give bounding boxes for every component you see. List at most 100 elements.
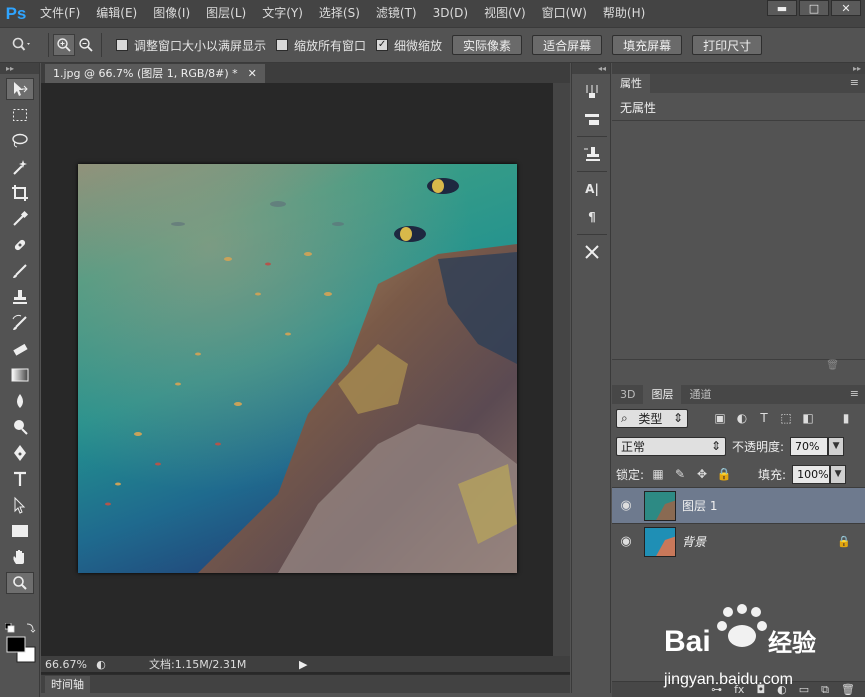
path-selection-tool-icon[interactable] (6, 494, 34, 516)
zoom-all-checkbox[interactable]: 缩放所有窗口 (276, 37, 366, 54)
new-layer-icon[interactable]: ⧉ (821, 683, 829, 697)
actual-pixels-button[interactable]: 实际像素 (452, 35, 523, 55)
tab-channels[interactable]: 通道 (681, 385, 719, 404)
type-layer-filter-icon[interactable]: T (756, 410, 772, 426)
panel-menu-icon[interactable]: ≡ (850, 387, 859, 400)
color-swatches[interactable] (4, 622, 37, 663)
layer-row-layer-1[interactable]: ◉ 图层 1 (612, 487, 865, 523)
lock-all-icon[interactable]: 🔒 (716, 466, 732, 482)
zoom-tool-preset[interactable] (0, 31, 44, 59)
clone-stamp-tool-icon[interactable] (6, 286, 34, 308)
collapse-dock-icon[interactable]: ◂◂ (572, 63, 610, 74)
tab-layers[interactable]: 图层 (643, 385, 682, 404)
opacity-input[interactable]: 70% (790, 436, 829, 456)
blur-tool-icon[interactable] (6, 390, 34, 412)
lock-position-icon[interactable]: ✥ (694, 466, 710, 482)
history-brush-tool-icon[interactable] (6, 312, 34, 334)
menu-image[interactable]: 图像(I) (145, 0, 198, 27)
lock-image-pixels-icon[interactable]: ✎ (672, 466, 688, 482)
pixel-layer-filter-icon[interactable]: ▣ (712, 410, 728, 426)
dodge-tool-icon[interactable] (6, 416, 34, 438)
fit-screen-button[interactable]: 适合屏幕 (532, 35, 603, 55)
check-icon[interactable]: ✓ (376, 39, 389, 51)
vertical-scrollbar[interactable] (553, 83, 570, 656)
zoom-in-button[interactable] (53, 34, 75, 56)
shape-layer-filter-icon[interactable]: ⬚ (778, 410, 794, 426)
scrubby-zoom-checkbox[interactable]: ✓ 细微缩放 (376, 37, 442, 54)
collapse-toolbar-icon[interactable]: ▸▸ (0, 63, 39, 74)
menu-view[interactable]: 视图(V) (476, 0, 534, 27)
status-menu-arrow-icon[interactable]: ▶ (299, 658, 307, 671)
resize-windows-checkbox[interactable]: 调整窗口大小以满屏显示 (116, 37, 266, 54)
blend-mode-select[interactable]: 正常 ⇕ (616, 436, 726, 456)
timeline-tab[interactable]: 时间轴 (45, 675, 90, 693)
minimize-icon[interactable]: ▬ (767, 0, 797, 16)
move-tool-icon[interactable] (6, 78, 34, 100)
layer-row-background[interactable]: ◉ 背景 🔒 (612, 523, 865, 559)
add-mask-icon[interactable]: ◘ (756, 683, 765, 696)
checkbox-box[interactable] (116, 39, 128, 51)
print-size-button[interactable]: 打印尺寸 (692, 35, 763, 55)
visibility-eye-icon[interactable]: ◉ (612, 498, 640, 513)
type-tool-icon[interactable] (6, 468, 34, 490)
visibility-eye-icon[interactable]: ◉ (612, 534, 640, 549)
tab-properties[interactable]: 属性 (612, 74, 650, 93)
gradient-tool-icon[interactable] (6, 364, 34, 386)
eyedropper-tool-icon[interactable] (6, 208, 34, 230)
rectangle-tool-icon[interactable] (6, 520, 34, 542)
magic-wand-tool-icon[interactable] (6, 156, 34, 178)
fill-input[interactable]: 100% (792, 464, 831, 484)
brush-tool-icon[interactable] (6, 260, 34, 282)
menu-window[interactable]: 窗口(W) (534, 0, 595, 27)
maximize-icon[interactable]: □ (799, 0, 829, 16)
healing-brush-tool-icon[interactable] (6, 234, 34, 256)
panel-menu-icon[interactable]: ≡ (850, 76, 859, 89)
fill-screen-button[interactable]: 填充屏幕 (612, 35, 683, 55)
menu-3d[interactable]: 3D(D) (425, 0, 476, 27)
menu-help[interactable]: 帮助(H) (595, 0, 653, 27)
marquee-tool-icon[interactable] (6, 104, 34, 126)
zoom-level[interactable]: 66.67% (41, 658, 91, 671)
adjustment-layer-filter-icon[interactable]: ◐ (734, 410, 750, 426)
hand-tool-icon[interactable] (6, 546, 34, 568)
lock-transparent-icon[interactable]: ▦ (650, 466, 666, 482)
tool-presets-icon[interactable] (577, 241, 607, 263)
tab-3d[interactable]: 3D (612, 385, 643, 404)
smart-object-filter-icon[interactable]: ◧ (800, 410, 816, 426)
close-icon[interactable]: ✕ (831, 0, 861, 16)
layer-filter-select[interactable]: ⌕ 类型 ⇕ (616, 408, 688, 428)
eraser-tool-icon[interactable] (6, 338, 34, 360)
checkbox-box[interactable] (276, 39, 289, 51)
adjustment-layer-icon[interactable]: ◐ (777, 683, 787, 696)
layer-name[interactable]: 图层 1 (682, 497, 717, 514)
fill-dropdown-icon[interactable]: ▼ (830, 464, 847, 484)
close-tab-icon[interactable]: ✕ (248, 64, 257, 83)
link-layers-icon[interactable]: ⊶ (711, 683, 722, 696)
document-tab[interactable]: 1.jpg @ 66.7% (图层 1, RGB/8#) * ✕ (45, 64, 265, 83)
pen-tool-icon[interactable] (6, 442, 34, 464)
menu-type[interactable]: 文字(Y) (254, 0, 311, 27)
menu-edit[interactable]: 编辑(E) (88, 0, 145, 27)
menu-select[interactable]: 选择(S) (311, 0, 368, 27)
menu-layer[interactable]: 图层(L) (198, 0, 254, 27)
clone-source-icon[interactable] (577, 143, 607, 165)
filter-toggle-icon[interactable]: ▮ (838, 410, 854, 426)
crop-tool-icon[interactable] (6, 182, 34, 204)
status-icon[interactable]: ◐ (91, 658, 111, 671)
zoom-out-button[interactable] (75, 34, 97, 56)
paragraph-panel-icon[interactable]: ¶ (577, 206, 607, 228)
canvas-image[interactable] (78, 164, 517, 573)
lasso-tool-icon[interactable] (6, 130, 34, 152)
layer-style-fx-icon[interactable]: fx (734, 683, 744, 696)
delete-layer-icon[interactable]: 🗑 (841, 683, 855, 696)
trash-icon[interactable]: 🗑 (612, 359, 865, 373)
brush-presets-icon[interactable] (577, 80, 607, 102)
opacity-dropdown-icon[interactable]: ▼ (828, 436, 845, 456)
character-panel-icon[interactable]: A| (577, 178, 607, 200)
zoom-tool-icon[interactable] (6, 572, 34, 594)
menu-file[interactable]: 文件(F) (32, 0, 88, 27)
collapse-panel-icon[interactable]: ▸▸ (612, 63, 865, 74)
layer-name[interactable]: 背景 (682, 533, 706, 550)
new-group-icon[interactable]: ▭ (799, 683, 809, 696)
menu-filter[interactable]: 滤镜(T) (368, 0, 425, 27)
